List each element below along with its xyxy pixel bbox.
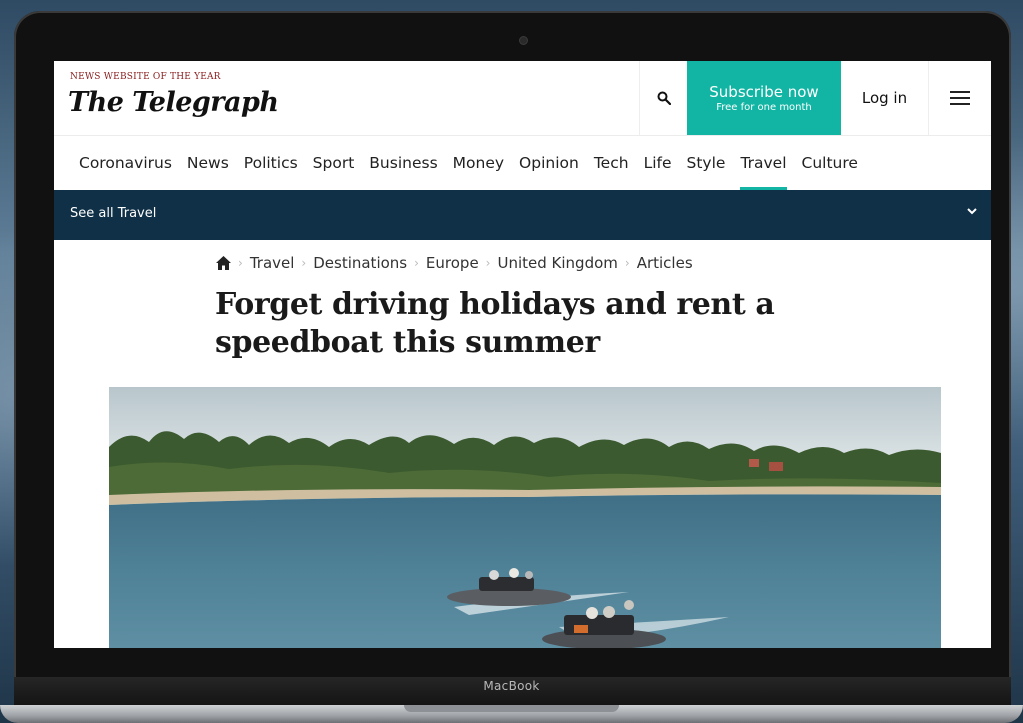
nav-item-business[interactable]: Business <box>369 136 437 190</box>
site-header: NEWS WEBSITE OF THE YEAR The Telegraph S… <box>54 61 991 136</box>
menu-button[interactable] <box>928 61 991 135</box>
nav-item-life[interactable]: Life <box>644 136 672 190</box>
nav-item-sport[interactable]: Sport <box>313 136 355 190</box>
subscribe-sublabel: Free for one month <box>716 102 812 113</box>
breadcrumb-separator: › <box>301 256 307 270</box>
site-logo[interactable]: The Telegraph <box>68 87 279 118</box>
nav-item-money[interactable]: Money <box>453 136 504 190</box>
nav-item-style[interactable]: Style <box>687 136 726 190</box>
main-nav: Coronavirus News Politics Sport Business Mone… <box>54 136 991 190</box>
hero-image <box>109 387 941 648</box>
subscribe-button[interactable]: Subscribe now Free for one month <box>687 61 841 135</box>
browser-screen: NEWS WEBSITE OF THE YEAR The Telegraph S… <box>54 61 991 648</box>
search-button[interactable] <box>639 61 688 135</box>
nav-item-politics[interactable]: Politics <box>244 136 298 190</box>
breadcrumb: › Travel › Destinations › Europe › United Kingd… <box>216 254 693 272</box>
device-label: MacBook <box>483 679 540 693</box>
subscribe-label: Subscribe now <box>709 83 819 101</box>
login-button[interactable]: Log in <box>841 61 929 135</box>
see-all-travel-link[interactable]: See all Travel <box>70 206 156 221</box>
breadcrumb-separator: › <box>414 256 419 270</box>
site-tagline: NEWS WEBSITE OF THE YEAR <box>70 72 221 82</box>
laptop-base-notch <box>404 705 619 712</box>
breadcrumb-item[interactable]: Travel <box>250 254 295 272</box>
breadcrumb-item[interactable]: Europe <box>426 254 479 272</box>
breadcrumb-separator: › <box>485 256 491 270</box>
nav-item-coronavirus[interactable]: Coronavirus <box>79 136 172 190</box>
nav-item-culture[interactable]: Culture <box>802 136 858 190</box>
home-icon[interactable] <box>216 256 231 270</box>
breadcrumb-separator: › <box>238 256 243 270</box>
article-content: › Travel › Destinations › Europe › United Kingd… <box>54 240 991 648</box>
nav-item-travel[interactable]: Travel <box>740 136 787 190</box>
search-icon <box>657 91 671 105</box>
nav-item-tech[interactable]: Tech <box>594 136 629 190</box>
chevron-down-icon[interactable] <box>967 204 977 218</box>
breadcrumb-item[interactable]: Articles <box>637 254 693 272</box>
section-subnav[interactable]: See all Travel <box>54 190 991 240</box>
breadcrumb-separator: › <box>624 256 630 270</box>
article-headline: Forget driving holidays and rent a speed… <box>215 287 775 360</box>
breadcrumb-item[interactable]: Destinations <box>313 254 407 272</box>
hamburger-menu-icon <box>949 91 970 105</box>
nav-item-opinion[interactable]: Opinion <box>519 136 579 190</box>
breadcrumb-item[interactable]: United Kingdom <box>497 254 617 272</box>
webcam <box>520 37 527 44</box>
nav-item-news[interactable]: News <box>187 136 229 190</box>
